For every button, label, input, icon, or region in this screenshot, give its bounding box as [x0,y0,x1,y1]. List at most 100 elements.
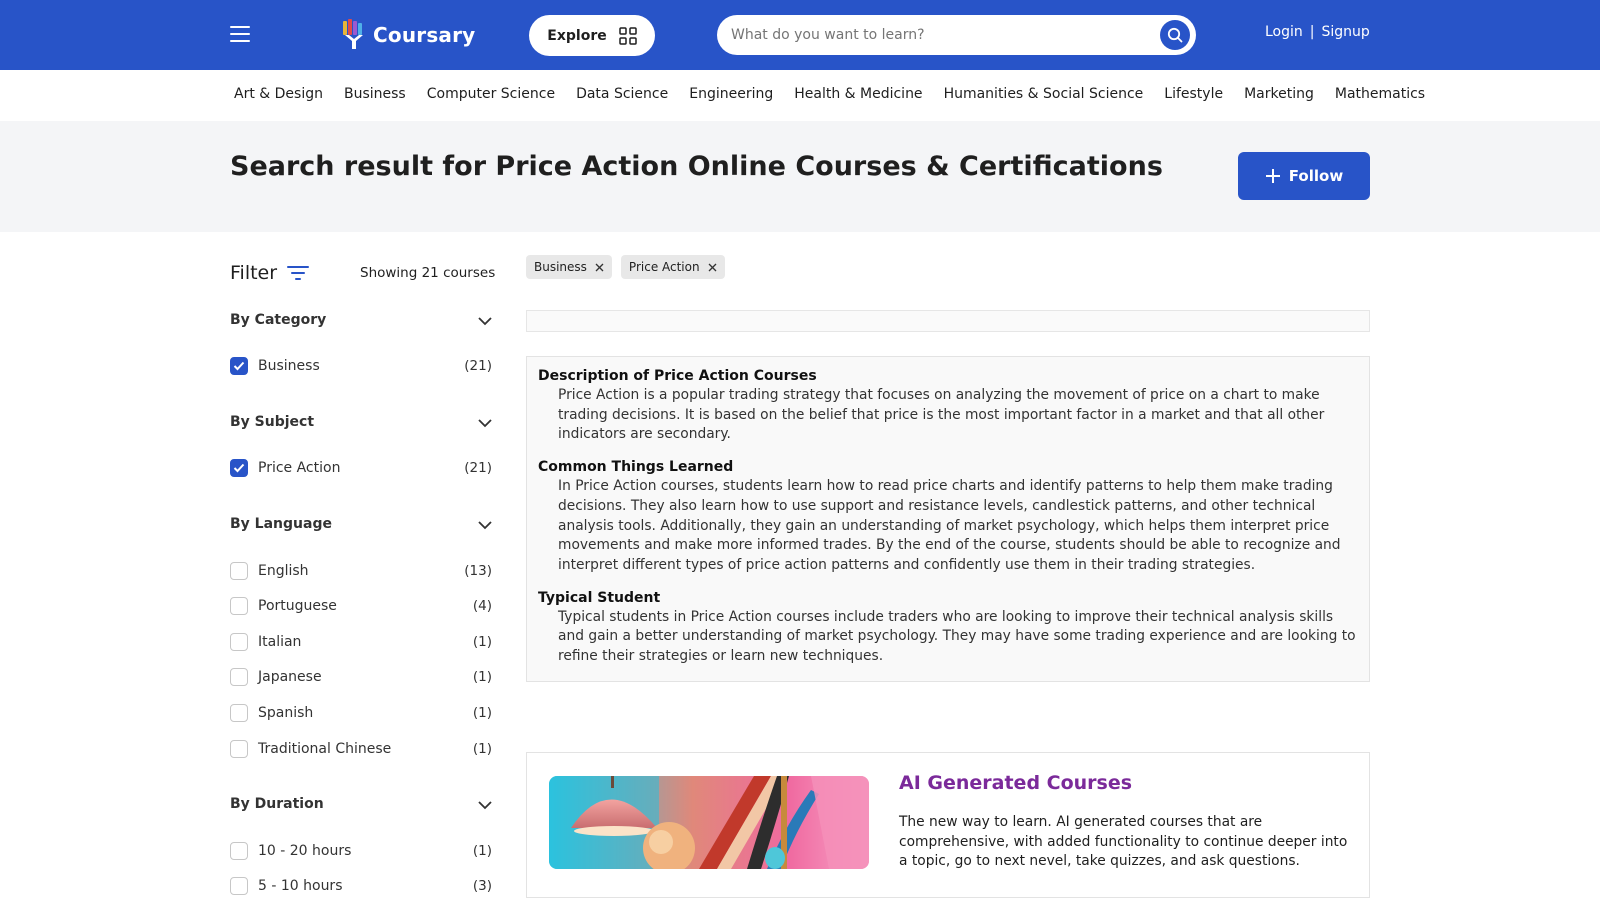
page-title: Search result for Price Action Online Co… [230,151,1163,182]
category-nav: Art & Design Business Computer Science D… [234,82,1425,106]
active-filter-chips: Business Price Action [526,255,734,279]
filter-group-category-title: By Category [230,312,327,328]
search-box [717,15,1196,55]
filter-option-label: Portuguese [258,598,337,614]
check-icon [233,361,245,371]
results-count: Showing 21 courses [360,265,496,281]
filter-option-label: Traditional Chinese [258,741,392,757]
checkbox-checked[interactable] [230,357,248,375]
search-icon [1167,27,1183,43]
checkbox[interactable] [230,633,248,651]
ai-card-title[interactable]: AI Generated Courses [899,772,1132,794]
checkbox[interactable] [230,740,248,758]
category-link-humanities[interactable]: Humanities & Social Science [944,86,1144,102]
filter-option-label: 10 - 20 hours [258,843,352,859]
checkbox[interactable] [230,842,248,860]
filter-option-label: 5 - 10 hours [258,878,343,894]
chip-label: Price Action [628,260,700,274]
grid-icon [618,26,637,45]
logo-text: Coursary [373,23,476,47]
filter-option-italian[interactable]: Italian (1) [230,632,492,652]
checkbox[interactable] [230,704,248,722]
things-learned-heading: Common Things Learned [538,459,734,476]
filter-icon[interactable] [287,265,310,281]
filter-option-japanese[interactable]: Japanese (1) [230,667,492,687]
filter-option-label: Japanese [258,669,322,685]
checkbox[interactable] [230,668,248,686]
ai-generated-courses-card[interactable]: AI Generated Courses The new way to lear… [526,752,1370,898]
filter-chip-price-action: Price Action [620,255,725,279]
top-header: Coursary Explore Login | Signup [0,0,1600,70]
ai-card-text: The new way to learn. AI generated cours… [899,814,1348,870]
checkbox[interactable] [230,877,248,895]
chevron-down-icon[interactable] [477,316,493,326]
category-link-computer-science[interactable]: Computer Science [427,86,555,102]
chevron-down-icon[interactable] [477,520,493,530]
filter-option-price-action[interactable]: Price Action (21) [230,458,492,478]
category-link-mathematics[interactable]: Mathematics [1335,86,1425,102]
filter-option-5-10-hours[interactable]: 5 - 10 hours (3) [230,876,492,896]
filter-header: Filter [230,262,310,284]
filter-option-count: (1) [472,843,492,859]
checkbox[interactable] [230,562,248,580]
logo[interactable]: Coursary [341,19,475,51]
explore-label: Explore [547,27,607,44]
page-title-query: Price Action Online Courses & Certificat… [495,151,1163,182]
page-title-prefix: Search result for [230,151,487,182]
menu-icon[interactable] [230,26,252,44]
follow-button[interactable]: Follow [1238,152,1370,200]
follow-label: Follow [1288,167,1344,185]
auth-separator: | [1309,24,1315,40]
search-button[interactable] [1160,20,1190,50]
filter-option-portuguese[interactable]: Portuguese (4) [230,596,492,616]
filter-group-subject-title: By Subject [230,414,315,430]
filter-option-count: (21) [464,358,492,374]
filter-option-traditional-chinese[interactable]: Traditional Chinese (1) [230,739,492,759]
filter-group-language-title: By Language [230,516,332,532]
search-input[interactable] [731,15,1151,55]
filter-option-label: Business [258,358,320,374]
filter-option-count: (1) [472,634,492,650]
plus-icon [1265,168,1281,184]
chevron-down-icon[interactable] [477,800,493,810]
checkbox-checked[interactable] [230,459,248,477]
login-link[interactable]: Login [1265,24,1303,40]
chip-label: Business [534,260,587,274]
filter-option-label: Price Action [258,460,341,476]
filter-option-spanish[interactable]: Spanish (1) [230,703,492,723]
filter-group-duration-title: By Duration [230,796,324,812]
filter-option-label: Spanish [258,705,314,721]
empty-banner [526,310,1370,332]
hero-banner: Search result for Price Action Online Co… [0,121,1600,232]
close-icon[interactable] [595,263,604,272]
filter-option-count: (4) [472,598,492,614]
filter-title: Filter [230,262,278,284]
filter-option-label: English [258,563,309,579]
typical-student-text: Typical students in Price Action courses… [558,608,1356,665]
close-icon[interactable] [708,263,717,272]
filter-option-english[interactable]: English (13) [230,561,492,581]
ai-course-image [549,776,869,869]
category-link-marketing[interactable]: Marketing [1244,86,1314,102]
filter-option-10-20-hours[interactable]: 10 - 20 hours (1) [230,841,492,861]
typical-student-heading: Typical Student [538,589,661,606]
filter-option-label: Italian [258,634,302,650]
filter-option-count: (21) [464,460,492,476]
filter-option-business[interactable]: Business (21) [230,356,492,376]
chevron-down-icon[interactable] [477,418,493,428]
category-link-business[interactable]: Business [344,86,406,102]
check-icon [233,463,245,473]
signup-link[interactable]: Signup [1322,24,1370,40]
filter-chip-business: Business [526,255,612,279]
filter-option-count: (1) [472,741,492,757]
description-heading: Description of Price Action Courses [538,368,817,384]
explore-button[interactable]: Explore [529,15,655,56]
filter-option-count: (1) [472,705,492,721]
auth-links: Login | Signup [1265,24,1370,40]
category-link-art-design[interactable]: Art & Design [234,86,323,102]
checkbox[interactable] [230,597,248,615]
category-link-data-science[interactable]: Data Science [576,86,668,102]
category-link-engineering[interactable]: Engineering [689,86,773,102]
category-link-lifestyle[interactable]: Lifestyle [1164,86,1223,102]
category-link-health-medicine[interactable]: Health & Medicine [794,86,922,102]
